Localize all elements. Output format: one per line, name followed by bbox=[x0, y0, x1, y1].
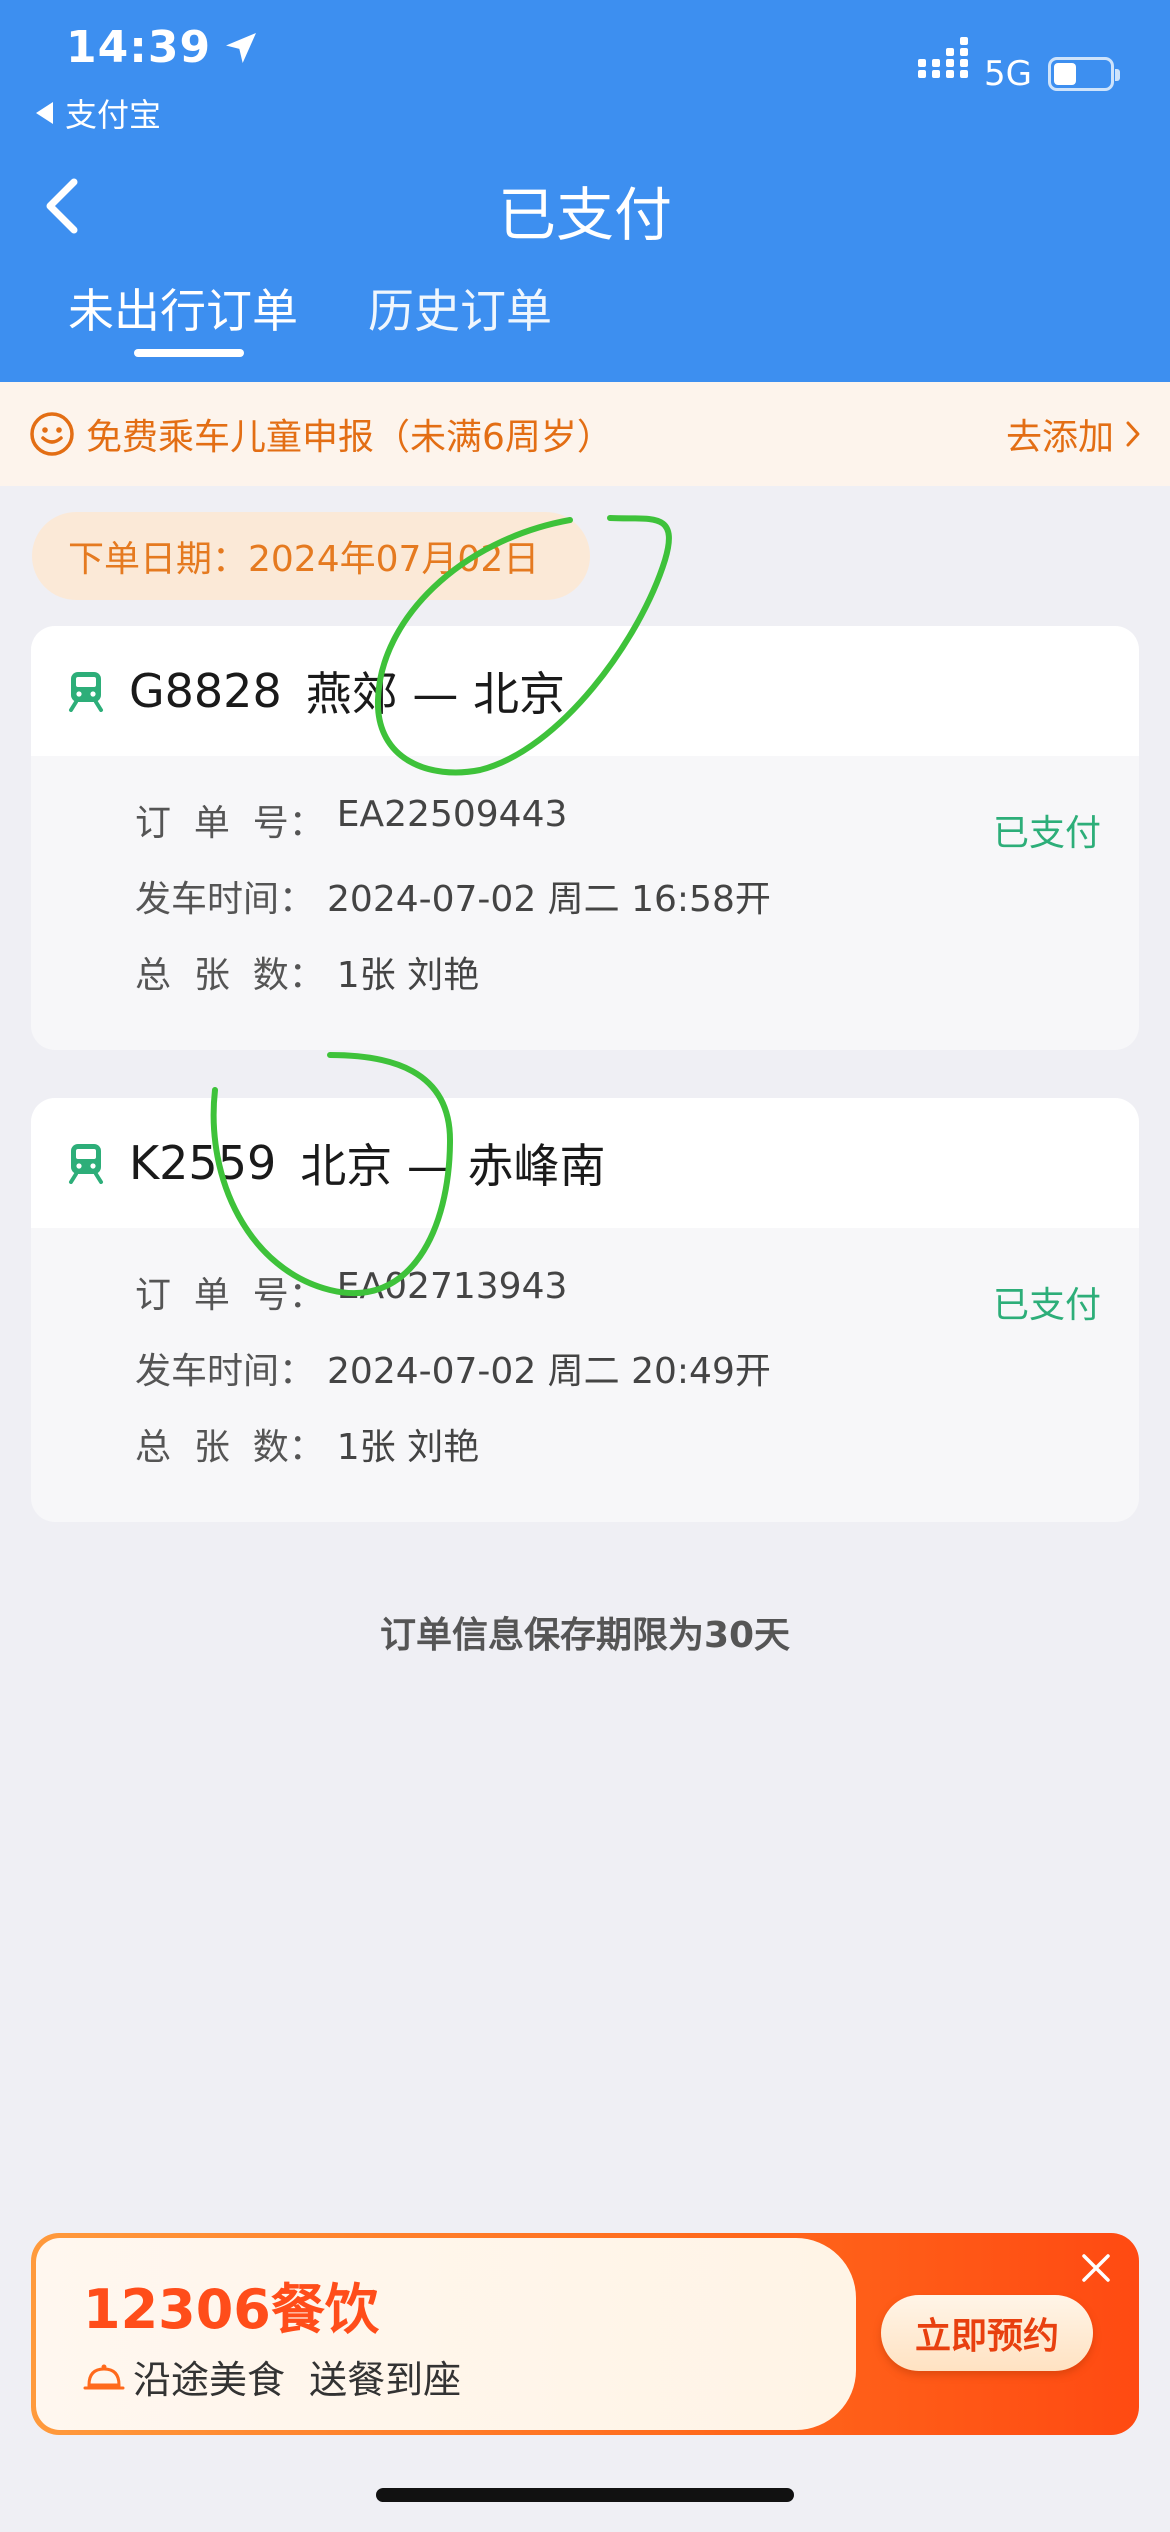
ticket-count-value: 1张 刘艳 bbox=[336, 955, 480, 996]
back-triangle-icon bbox=[36, 102, 53, 124]
ticket-count-label: 总 张 数： bbox=[135, 955, 325, 996]
departure-row: 发车时间： 2024-07-02 周二 20:49开 bbox=[135, 1342, 1139, 1418]
ticket-count-row: 总 张 数： 1张 刘艳 bbox=[135, 946, 1139, 1022]
back-to-app-link[interactable]: 支付宝 bbox=[36, 90, 161, 136]
notice-text: 免费乘车儿童申报（未满6周岁） bbox=[86, 417, 613, 458]
order-number-value: EA02713943 bbox=[336, 1266, 568, 1307]
order-card[interactable]: G8828 燕郊 — 北京 订 单 号： EA22509443 发车时间： 20… bbox=[31, 626, 1139, 1050]
location-arrow-icon bbox=[226, 32, 257, 63]
order-number-label: 订 单 号： bbox=[135, 1275, 325, 1316]
departure-value: 2024-07-02 周二 16:58开 bbox=[327, 879, 771, 920]
train-icon bbox=[69, 1144, 103, 1184]
order-number-label: 订 单 号： bbox=[135, 803, 325, 844]
order-number-row: 订 单 号： EA22509443 bbox=[135, 794, 1139, 870]
tab-history-orders[interactable]: 历史订单 bbox=[368, 275, 552, 341]
train-number: G8828 bbox=[129, 664, 282, 718]
catering-banner[interactable]: 12306餐饮 沿途美食 送餐到座 立即预约 bbox=[31, 2233, 1139, 2435]
retention-note: 订单信息保存期限为30天 bbox=[379, 1615, 791, 1656]
header: 14:39 支付宝 5G 已支付 未出行订单 历史订单 bbox=[0, 0, 1170, 382]
signal-icon bbox=[918, 70, 969, 78]
train-number: K2559 bbox=[129, 1136, 277, 1190]
tab-bar: 未出行订单 历史订单 bbox=[68, 275, 552, 357]
battery-level bbox=[1054, 63, 1076, 85]
order-card-body: 订 单 号： EA22509443 发车时间： 2024-07-02 周二 16… bbox=[31, 756, 1139, 1050]
departure-label: 发车时间： bbox=[135, 879, 316, 920]
child-declaration-notice[interactable]: 免费乘车儿童申报（未满6周岁） 去添加 bbox=[0, 382, 1170, 486]
order-card-header: K2559 北京 — 赤峰南 bbox=[31, 1098, 1139, 1228]
status-bar-right: 5G bbox=[918, 54, 1120, 94]
network-label: 5G bbox=[984, 54, 1032, 94]
banner-subtitle-row: 沿途美食 送餐到座 bbox=[83, 2349, 461, 2404]
ticket-count-label: 总 张 数： bbox=[135, 1427, 325, 1468]
train-route: 北京 — 赤峰南 bbox=[300, 1139, 606, 1193]
departure-row: 发车时间： 2024-07-02 周二 16:58开 bbox=[135, 870, 1139, 946]
status-bar-time: 14:39 bbox=[66, 22, 261, 73]
back-app-label: 支付宝 bbox=[65, 96, 162, 134]
order-card-body: 订 单 号： EA02713943 发车时间： 2024-07-02 周二 20… bbox=[31, 1228, 1139, 1522]
banner-title: 12306餐饮 bbox=[83, 2278, 379, 2341]
page-title: 已支付 bbox=[497, 181, 672, 249]
add-child-link[interactable]: 去添加 bbox=[1006, 408, 1142, 460]
banner-subtitle: 沿途美食 送餐到座 bbox=[133, 2358, 462, 2402]
add-child-label: 去添加 bbox=[1005, 417, 1114, 458]
tab-upcoming-orders[interactable]: 未出行订单 bbox=[68, 275, 298, 357]
home-indicator[interactable] bbox=[376, 2488, 794, 2502]
smile-face-icon bbox=[30, 412, 74, 456]
order-card[interactable]: K2559 北京 — 赤峰南 订 单 号： EA02713943 发车时间： 2… bbox=[31, 1098, 1139, 1522]
train-route: 燕郊 — 北京 bbox=[305, 667, 565, 721]
order-number-value: EA22509443 bbox=[336, 794, 568, 835]
chevron-right-icon bbox=[1126, 421, 1140, 447]
book-now-button[interactable]: 立即预约 bbox=[881, 2295, 1093, 2371]
status-badge: 已支付 bbox=[992, 813, 1101, 854]
order-card-header: G8828 燕郊 — 北京 bbox=[31, 626, 1139, 756]
time-text: 14:39 bbox=[66, 22, 212, 73]
status-badge: 已支付 bbox=[992, 1285, 1101, 1326]
ticket-count-row: 总 张 数： 1张 刘艳 bbox=[135, 1418, 1139, 1494]
departure-value: 2024-07-02 周二 20:49开 bbox=[327, 1351, 771, 1392]
order-date-badge: 下单日期：2024年07月02日 bbox=[32, 512, 590, 600]
close-icon[interactable] bbox=[1079, 2251, 1113, 2285]
departure-label: 发车时间： bbox=[135, 1351, 316, 1392]
battery-icon bbox=[1048, 57, 1120, 91]
order-number-row: 订 单 号： EA02713943 bbox=[135, 1266, 1139, 1342]
train-icon bbox=[69, 672, 103, 712]
ticket-count-value: 1张 刘艳 bbox=[336, 1427, 480, 1468]
dish-cover-icon bbox=[83, 2364, 125, 2389]
